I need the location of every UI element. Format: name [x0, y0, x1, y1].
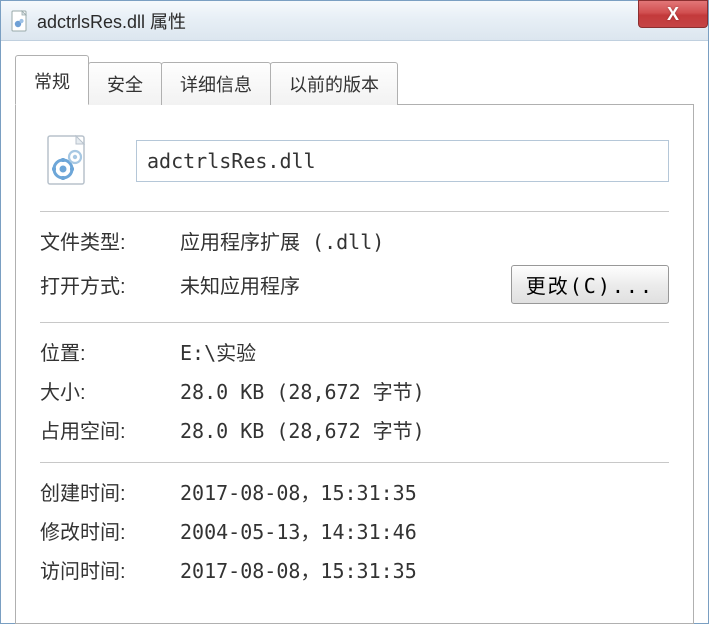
value-created: 2017-08-08，15:31:35: [180, 477, 669, 506]
separator: [40, 462, 669, 463]
label-modified: 修改时间:: [40, 516, 180, 545]
change-button[interactable]: 更改(C)...: [511, 265, 669, 304]
value-file-type: 应用程序扩展 (.dll): [180, 226, 669, 255]
value-opens-with: 未知应用程序: [180, 270, 511, 299]
properties-window: adctrlsRes.dll 属性 X 常规 安全 详细信息 以前的版本: [0, 0, 709, 624]
label-created: 创建时间:: [40, 477, 180, 506]
close-icon: X: [667, 4, 679, 25]
separator: [40, 211, 669, 212]
row-opens-with: 打开方式: 未知应用程序 更改(C)...: [40, 265, 669, 304]
row-size: 大小: 28.0 KB (28,672 字节): [40, 376, 669, 405]
row-modified: 修改时间: 2004-05-13，14:31:46: [40, 516, 669, 545]
general-panel: 文件类型: 应用程序扩展 (.dll) 打开方式: 未知应用程序 更改(C)..…: [15, 105, 694, 624]
value-location: E:\实验: [180, 337, 669, 366]
window-title: adctrlsRes.dll 属性: [37, 8, 186, 34]
tab-previous-versions[interactable]: 以前的版本: [270, 62, 398, 105]
close-button[interactable]: X: [638, 0, 708, 28]
label-accessed: 访问时间:: [40, 555, 180, 584]
value-accessed: 2017-08-08，15:31:35: [180, 555, 669, 584]
titlebar: adctrlsRes.dll 属性 X: [1, 1, 708, 41]
row-file-type: 文件类型: 应用程序扩展 (.dll): [40, 226, 669, 255]
tab-general[interactable]: 常规: [15, 55, 89, 105]
file-header-row: [40, 133, 669, 189]
row-size-on-disk: 占用空间: 28.0 KB (28,672 字节): [40, 415, 669, 444]
label-size-on-disk: 占用空间:: [40, 415, 180, 444]
row-accessed: 访问时间: 2017-08-08，15:31:35: [40, 555, 669, 584]
label-opens-with: 打开方式:: [40, 270, 180, 299]
tab-details[interactable]: 详细信息: [161, 62, 271, 105]
label-location: 位置:: [40, 337, 180, 366]
label-size: 大小:: [40, 376, 180, 405]
row-created: 创建时间: 2017-08-08，15:31:35: [40, 477, 669, 506]
tab-strip: 常规 安全 详细信息 以前的版本: [15, 61, 694, 105]
file-icon: [11, 10, 29, 32]
value-modified: 2004-05-13，14:31:46: [180, 516, 669, 545]
tab-security[interactable]: 安全: [88, 62, 162, 105]
label-file-type: 文件类型:: [40, 226, 180, 255]
filename-input[interactable]: [136, 140, 669, 182]
file-large-icon: [40, 133, 96, 189]
separator: [40, 322, 669, 323]
row-location: 位置: E:\实验: [40, 337, 669, 366]
value-size: 28.0 KB (28,672 字节): [180, 376, 669, 405]
value-size-on-disk: 28.0 KB (28,672 字节): [180, 415, 669, 444]
